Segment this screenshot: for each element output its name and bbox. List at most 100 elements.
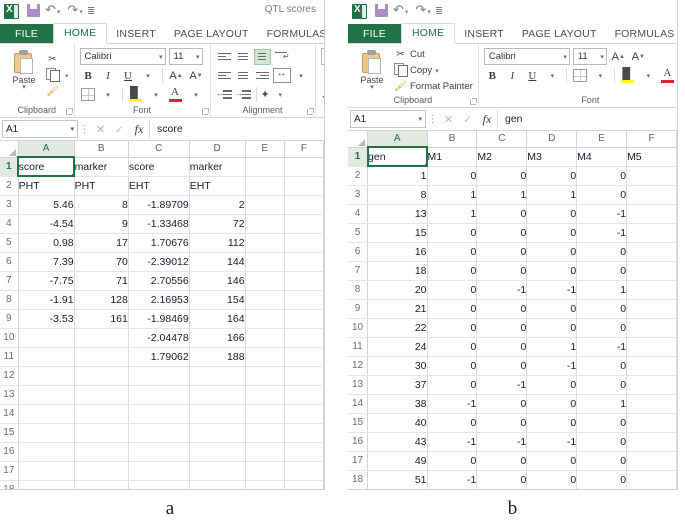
cell-e3-b[interactable]: 0 [576,185,628,205]
column-header-d-b[interactable]: D [526,131,578,148]
row-header-15-b[interactable]: 15 [348,413,369,433]
cell-c1-a[interactable]: score [128,157,190,177]
cell-b15-a[interactable] [74,423,129,443]
cell-e1-a[interactable] [245,157,285,177]
cell-e10-a[interactable] [245,328,285,348]
cell-c4-a[interactable]: -1.33468 [128,214,190,234]
cell-a9-a[interactable]: -3.53 [18,309,75,329]
cell-c13-b[interactable]: -1 [476,375,528,395]
row-header-18-b[interactable]: 18 [348,470,369,489]
cell-c7-b[interactable]: 0 [476,261,528,281]
row-header-14-b[interactable]: 14 [348,394,369,414]
row-header-6-b[interactable]: 6 [348,242,369,262]
cell-f15-b[interactable] [626,413,677,433]
column-header-e-a[interactable]: E [245,141,285,158]
cell-f9-b[interactable] [626,299,677,319]
cell-b7-a[interactable]: 71 [74,271,129,291]
cell-d15-b[interactable]: 0 [526,413,578,433]
row-header-8-b[interactable]: 8 [348,280,369,300]
cell-e5-b[interactable]: -1 [576,223,628,243]
select-all-corner[interactable] [0,141,19,158]
italic-button[interactable]: I [504,67,521,84]
formula-input-b[interactable]: gen [497,110,675,128]
cell-a18-a[interactable] [18,480,75,489]
cell-d7-b[interactable]: 0 [526,261,578,281]
fill-color-button[interactable]: █ [128,86,145,103]
cell-a7-b[interactable]: 18 [367,261,428,281]
increase-indent-button[interactable] [235,87,252,102]
insert-function-icon[interactable]: fx [129,122,149,137]
cell-f15-a[interactable] [284,423,324,443]
cell-f2-a[interactable] [284,176,324,196]
cell-b19-b[interactable]: -1 [427,489,477,490]
select-all-corner[interactable] [348,131,369,148]
column-header-d-a[interactable]: D [189,141,246,158]
tab-home[interactable]: HOME [52,23,108,44]
copy-caret-icon[interactable]: ▾ [435,67,439,75]
row-header-11-b[interactable]: 11 [348,337,369,357]
cell-e13-b[interactable]: 0 [576,375,628,395]
cell-d13-b[interactable]: 0 [526,375,578,395]
cell-f6-a[interactable] [284,252,324,272]
cell-a2-b[interactable]: 1 [367,166,428,186]
column-header-b-b[interactable]: B [427,131,478,148]
cell-e15-b[interactable]: 0 [576,413,628,433]
cell-f2-b[interactable] [626,166,677,186]
font-name-combo[interactable]: Calibri ▾ [79,48,166,65]
increase-decimal-button[interactable]: ←.00 [321,90,324,100]
cell-e16-b[interactable]: 0 [576,432,628,452]
row-header-1-a[interactable]: 1 [0,157,19,177]
row-header-17-b[interactable]: 17 [348,451,369,471]
cell-c10-b[interactable]: 0 [476,318,528,338]
cell-d3-b[interactable]: 1 [526,185,578,205]
cell-d13-a[interactable] [189,385,246,405]
cell-a4-a[interactable]: -4.54 [18,214,75,234]
cell-f7-b[interactable] [626,261,677,281]
cell-f10-a[interactable] [284,328,324,348]
cell-c12-a[interactable] [128,366,190,386]
cell-b2-a[interactable]: PHT [74,176,129,196]
cell-b14-a[interactable] [74,404,129,424]
cell-b18-b[interactable]: -1 [427,470,478,489]
borders-caret-icon[interactable]: ▾ [592,67,609,84]
tab-home[interactable]: HOME [400,23,456,44]
row-header-7-a[interactable]: 7 [0,271,19,291]
cell-a16-a[interactable] [18,442,75,462]
cell-d2-b[interactable]: 0 [526,166,578,186]
cell-f3-b[interactable] [626,185,677,205]
cell-c14-a[interactable] [128,404,190,424]
cell-a15-a[interactable] [18,423,75,443]
tab-page-layout[interactable]: PAGE LAYOUT [165,24,258,44]
cell-c11-b[interactable]: 0 [476,337,528,357]
cell-e17-b[interactable]: 0 [576,451,628,471]
cell-f8-a[interactable] [284,290,324,310]
orientation-caret-icon[interactable]: ▾ [272,86,289,103]
cell-d4-b[interactable]: 0 [526,204,578,224]
cell-c1-b[interactable]: M2 [476,147,528,167]
orientation-button[interactable]: ✦ [261,88,270,101]
row-header-5-b[interactable]: 5 [348,223,369,243]
tab-insert[interactable]: INSERT [107,24,165,44]
alignment-dialog-launcher[interactable] [306,108,314,115]
row-header-3-b[interactable]: 3 [348,185,369,205]
cell-b18-a[interactable] [74,480,129,489]
insert-function-icon[interactable]: fx [477,112,497,127]
cell-e8-b[interactable]: 1 [576,280,628,300]
cell-d14-a[interactable] [189,404,246,424]
underline-caret-icon[interactable]: ▾ [140,67,157,84]
cell-a10-a[interactable] [18,328,75,348]
cell-c5-a[interactable]: 1.70676 [128,233,190,253]
cell-c16-a[interactable] [128,442,190,462]
cell-b3-b[interactable]: 1 [427,185,478,205]
cell-d14-b[interactable]: 0 [526,394,578,414]
cell-a16-b[interactable]: 43 [367,432,428,452]
cell-a2-a[interactable]: PHT [18,176,75,196]
cell-a4-b[interactable]: 13 [367,204,428,224]
font-color-button[interactable]: A [168,86,185,103]
cell-e2-a[interactable] [245,176,285,196]
cell-d12-b[interactable]: -1 [526,356,578,376]
font-color-caret-icon[interactable]: ▾ [188,86,205,103]
cell-b7-b[interactable]: 0 [427,261,478,281]
cell-d18-a[interactable] [189,480,246,489]
column-header-c-b[interactable]: C [476,131,528,148]
